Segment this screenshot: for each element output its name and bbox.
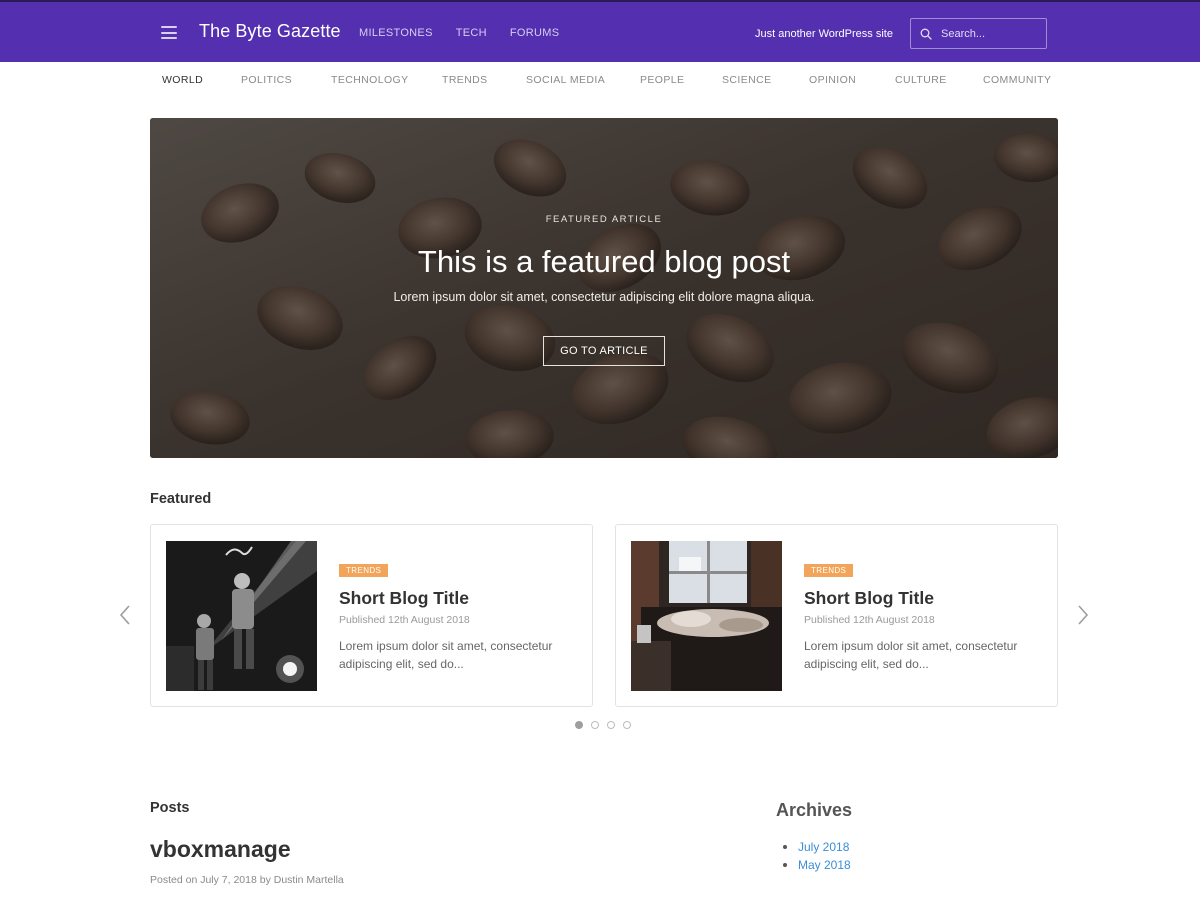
card-title[interactable]: Short Blog Title xyxy=(339,588,469,609)
carousel-dot-4[interactable] xyxy=(623,721,631,729)
category-social-media[interactable]: SOCIAL MEDIA xyxy=(526,74,605,86)
posts-heading: Posts xyxy=(150,800,190,816)
chevron-right-icon[interactable] xyxy=(1076,604,1090,626)
archives-list: July 2018 May 2018 xyxy=(783,838,851,874)
hero-overlay xyxy=(150,118,1058,458)
bedroom-image xyxy=(631,541,782,691)
category-politics[interactable]: POLITICS xyxy=(241,74,292,86)
archive-link-may-2018[interactable]: May 2018 xyxy=(798,856,851,874)
category-badge[interactable]: TRENDS xyxy=(339,564,389,577)
category-people[interactable]: PEOPLE xyxy=(640,74,684,86)
category-culture[interactable]: CULTURE xyxy=(895,74,947,86)
top-nav-tech[interactable]: TECH xyxy=(456,27,487,39)
category-community[interactable]: COMMUNITY xyxy=(983,74,1051,86)
hero-banner: FEATURED ARTICLE This is a featured blog… xyxy=(150,118,1058,458)
site-brand[interactable]: The Byte Gazette xyxy=(199,21,341,42)
featured-card[interactable]: TRENDS Short Blog Title Published 12th A… xyxy=(150,524,593,707)
site-tagline: Just another WordPress site xyxy=(755,28,893,40)
search-box[interactable] xyxy=(910,18,1047,49)
archive-link-july-2018[interactable]: July 2018 xyxy=(798,838,849,856)
category-nav: WORLD POLITICS TECHNOLOGY TRENDS SOCIAL … xyxy=(150,62,1058,100)
top-nav-milestones[interactable]: MILESTONES xyxy=(359,27,433,39)
category-badge[interactable]: TRENDS xyxy=(804,564,854,577)
list-item: July 2018 xyxy=(783,838,851,856)
category-science[interactable]: SCIENCE xyxy=(722,74,771,86)
featured-heading: Featured xyxy=(150,491,212,507)
hamburger-menu-icon[interactable] xyxy=(161,26,177,39)
post-meta: Posted on July 7, 2018 by Dustin Martell… xyxy=(150,874,344,886)
top-header: The Byte Gazette MILESTONES TECH FORUMS … xyxy=(0,0,1200,62)
card-excerpt: Lorem ipsum dolor sit amet, consectetur … xyxy=(339,639,553,671)
card-excerpt: Lorem ipsum dolor sit amet, consectetur … xyxy=(804,639,1018,671)
list-item: May 2018 xyxy=(783,856,851,874)
carousel-dot-3[interactable] xyxy=(607,721,615,729)
archives-heading: Archives xyxy=(776,800,853,820)
category-opinion[interactable]: OPINION xyxy=(809,74,856,86)
search-icon xyxy=(920,28,932,40)
category-trends[interactable]: TRENDS xyxy=(442,74,488,86)
carousel-dot-2[interactable] xyxy=(591,721,599,729)
search-input[interactable] xyxy=(941,25,1041,43)
go-to-article-button[interactable]: GO TO ARTICLE xyxy=(543,336,665,366)
card-date: Published 12th August 2018 xyxy=(339,614,470,626)
card-title[interactable]: Short Blog Title xyxy=(804,588,934,609)
top-nav: MILESTONES TECH FORUMS xyxy=(359,27,582,39)
top-nav-forums[interactable]: FORUMS xyxy=(510,27,559,39)
hero-subtitle: Lorem ipsum dolor sit amet, consectetur … xyxy=(393,290,815,304)
hero-kicker: FEATURED ARTICLE xyxy=(545,214,663,225)
category-technology[interactable]: TECHNOLOGY xyxy=(331,74,409,86)
hero-title: This is a featured blog post xyxy=(417,244,791,279)
category-world[interactable]: WORLD xyxy=(162,74,203,86)
carousel-pagination xyxy=(575,721,631,729)
card-date: Published 12th August 2018 xyxy=(804,614,935,626)
featured-card[interactable]: TRENDS Short Blog Title Published 12th A… xyxy=(615,524,1058,707)
post-title[interactable]: vboxmanage xyxy=(150,836,291,863)
carousel-dot-1[interactable] xyxy=(575,721,583,729)
chevron-left-icon[interactable] xyxy=(118,604,132,626)
concert-image xyxy=(166,541,317,691)
